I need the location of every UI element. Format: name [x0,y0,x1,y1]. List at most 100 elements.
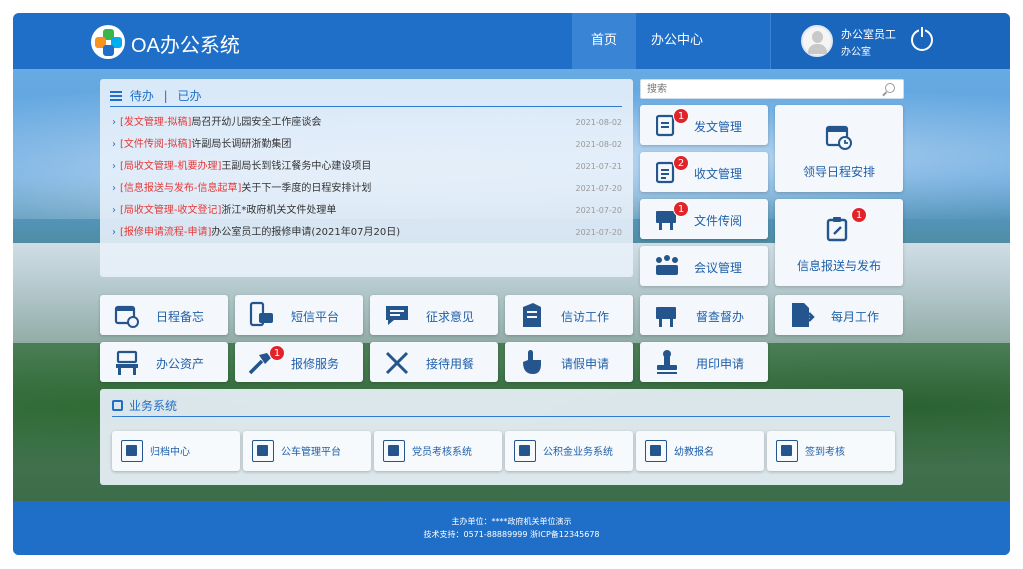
home-icon [514,440,536,462]
biz-archive-center[interactable]: 归档中心 [112,431,240,471]
nav-office-center[interactable]: 办公中心 [636,13,718,69]
list-item[interactable]: › [局收文管理-机要办理]王副局长到钱江餐务中心建设项目 2021-07-21 [112,156,622,178]
todo-tag: [报修申请流程-申请] [120,227,212,238]
biz-label: 党员考核系统 [412,447,472,458]
biz-label: 归档中心 [150,447,190,458]
app-tile-seal-request[interactable]: 用印申请 [640,342,768,382]
todo-date: 2021-08-02 [575,140,623,149]
todo-text: 许副局长调研浙勤集团 [191,139,292,150]
user-name: 办公室员工 [841,28,896,41]
calendar-clock-icon [825,125,852,150]
app-label: 督查督办 [696,310,745,324]
tab-done[interactable]: 已办 [178,89,202,103]
utensils-icon [385,351,409,375]
app-label: 短信平台 [291,310,340,324]
info-report-badge: 1 [851,207,867,223]
chevron-right-icon: › [112,139,116,150]
todo-date: 2021-07-20 [575,206,623,215]
meeting-label: 会议管理 [694,261,743,275]
list-item[interactable]: › [发文管理-拟稿]局召开幼儿园安全工作座谈会 2021-08-02 [112,112,622,134]
document-arrow-icon [792,303,815,327]
todo-date: 2021-07-21 [575,162,623,171]
app-label: 请假申请 [561,357,610,371]
app-label: 信访工作 [561,310,610,324]
page-footer: 主办单位：****政府机关单位演示 技术支持：0571-88889999 浙IC… [13,501,1010,555]
app-label: 征求意见 [426,310,475,324]
search-icon[interactable] [885,83,895,93]
chevron-right-icon: › [112,227,116,238]
todo-tag: [发文管理-拟稿] [120,117,192,128]
biz-housing-fund[interactable]: 公积金业务系统 [505,431,633,471]
sms-phone-icon [249,301,273,327]
list-item[interactable]: › [文件传阅-拟稿]许副局长调研浙勤集团 2021-08-02 [112,134,622,156]
list-item[interactable]: › [信息报送与发布-信息起草]关于下一季度的日程安排计划 2021-07-20 [112,178,622,200]
business-title-text: 业务系统 [129,399,178,413]
petition-doc-icon [523,303,541,327]
archive-icon [121,440,143,462]
edit-note-icon [826,217,848,242]
app-tile-leave-request[interactable]: 请假申请 [505,342,633,382]
todo-tabs: 待办 | 已办 [110,85,622,107]
power-logout-icon[interactable] [911,27,933,51]
todo-text: 王副局长到钱江餐务中心建设项目 [221,161,372,172]
chat-bubble-icon [386,306,408,325]
list-item[interactable]: › [局收文管理-收文登记]浙江*政府机关文件处理单 2021-07-20 [112,200,622,222]
app-tile-feedback[interactable]: 征求意见 [370,295,498,335]
app-logo-icon [91,25,125,59]
info-report-tile[interactable]: 1 信息报送与发布 [775,199,903,286]
list-item[interactable]: › [报修申请流程-申请]办公室员工的报修申请(2021年07月20日) 2021-… [112,222,622,244]
app-tile-petition[interactable]: 信访工作 [505,295,633,335]
todo-date: 2021-07-20 [575,184,623,193]
app-tile-sms-platform[interactable]: 短信平台 [235,295,363,335]
todo-text: 关于下一季度的日程安排计划 [241,183,372,194]
app-label: 用印申请 [696,357,745,371]
app-tile-office-assets[interactable]: 办公资产 [100,342,228,382]
todo-panel: 待办 | 已办 › [发文管理-拟稿]局召开幼儿园安全工作座谈会 2021-08-0… [100,79,633,277]
footer-support: 技术支持：0571-88889999 浙ICP备12345678 [423,530,600,539]
top-header: OA办公系统 首页 办公中心 办公室员工 办公室 [13,13,1010,69]
app-label: 日程备忘 [156,310,205,324]
nav-home[interactable]: 首页 [572,13,636,69]
business-systems-title: 业务系统 [112,395,890,417]
business-systems-panel: 业务系统 归档中心 公车管理平台 党员考核系统 公积金业务系统 幼教报名 签到考… [100,389,903,485]
meeting-people-icon [656,255,678,275]
supervision-board-icon [656,307,676,327]
list-icon [110,91,122,101]
hand-pointer-icon [523,350,541,374]
app-tile-repair-service[interactable]: 1 报修服务 [235,342,363,382]
biz-party-assessment[interactable]: 党员考核系统 [374,431,502,471]
biz-preschool-enroll[interactable]: 幼教报名 [636,431,764,471]
biz-label: 签到考核 [805,447,845,458]
app-label: 报修服务 [291,357,340,371]
biz-label: 公车管理平台 [281,447,341,458]
send-doc-label: 发文管理 [694,120,743,134]
chevron-right-icon: › [112,183,116,194]
send-doc-tile[interactable]: 1 发文管理 [640,105,768,145]
app-tile-schedule-memo[interactable]: 日程备忘 [100,295,228,335]
todo-date: 2021-08-02 [575,118,623,127]
chevron-right-icon: › [112,161,116,172]
stamp-icon [657,350,677,374]
schedule-tile[interactable]: 领导日程安排 [775,105,903,192]
app-title: OA办公系统 [131,35,240,57]
footer-host: 主办单位：****政府机关单位演示 [451,517,572,526]
biz-vehicle-platform[interactable]: 公车管理平台 [243,431,371,471]
biz-checkin-assessment[interactable]: 签到考核 [767,431,895,471]
app-tile-supervision[interactable]: 督查督办 [640,295,768,335]
recv-doc-tile[interactable]: 2 收文管理 [640,152,768,192]
app-tile-reception-dining[interactable]: 接待用餐 [370,342,498,382]
app-tile-monthly-work[interactable]: 每月工作 [775,295,903,335]
tab-todo[interactable]: 待办 [130,89,154,103]
todo-tag: [文件传阅-拟稿] [120,139,192,150]
search-box [640,79,904,99]
app-label: 办公资产 [156,357,205,371]
circulate-tile[interactable]: 1 文件传阅 [640,199,768,239]
external-link-icon [112,400,123,411]
tab-separator: | [163,89,168,103]
app-label: 每月工作 [831,310,880,324]
meeting-tile[interactable]: 会议管理 [640,246,768,286]
circulate-badge: 1 [673,201,689,217]
info-report-label: 信息报送与发布 [796,259,881,273]
avatar[interactable] [801,25,833,57]
search-input[interactable] [647,82,867,96]
